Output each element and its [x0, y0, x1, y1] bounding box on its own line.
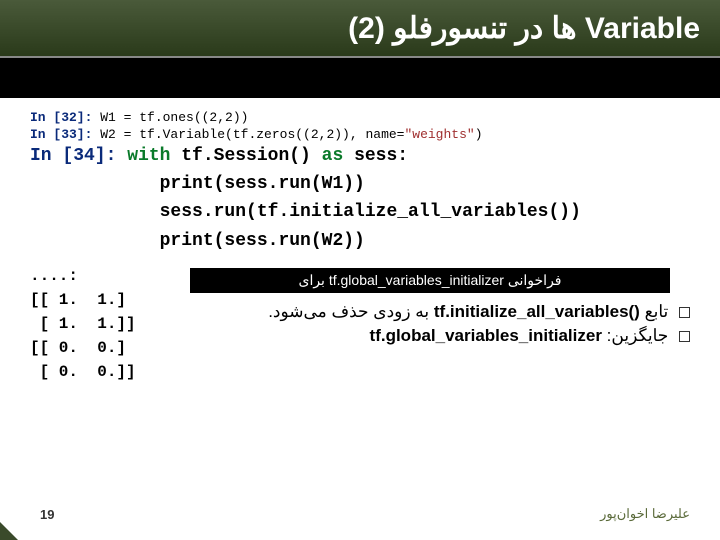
code-line-4: print(sess.run(W1))	[30, 172, 690, 197]
black-strip	[0, 58, 720, 98]
code-text: tf.Session()	[170, 146, 321, 166]
note-text: به زودی حذف می‌شود.	[268, 302, 434, 321]
code-line-1: In [32]: W1 = tf.ones((2,2))	[30, 110, 690, 125]
code-text: W1 = tf.ones((2,2))	[100, 110, 248, 125]
author-name: علیرضا اخوان‌پور	[600, 506, 690, 522]
code-line-6: print(sess.run(W2))	[30, 229, 690, 254]
code-text: )	[475, 127, 483, 142]
keyword: as	[322, 146, 344, 166]
note-text: جایگزین:	[602, 326, 668, 345]
page-number: 19	[40, 507, 54, 522]
notes-block: تابع tf.initialize_all_variables() به زو…	[200, 302, 690, 350]
code-string: "weights"	[404, 127, 474, 142]
in-prompt: In [34]:	[30, 146, 127, 166]
note-code: tf.global_variables_initializer	[370, 326, 602, 345]
keyword: with	[127, 146, 170, 166]
corner-decoration	[0, 522, 18, 540]
output-block: ....: [[ 1. 1.] [ 1. 1.]] [[ 0. 0.] [ 0.…	[30, 264, 136, 384]
page-title: Variable ها در تنسورفلو (2)	[348, 11, 700, 46]
code-line-2: In [33]: W2 = tf.Variable(tf.zeros((2,2)…	[30, 127, 690, 142]
bullet-icon	[679, 307, 690, 318]
note-1: تابع tf.initialize_all_variables() به زو…	[200, 302, 690, 322]
title-bar: Variable ها در تنسورفلو (2)	[0, 0, 720, 58]
note-2: جایگزین: tf.global_variables_initializer	[200, 326, 690, 346]
bullet-icon	[679, 331, 690, 342]
in-prompt: In [33]:	[30, 127, 100, 142]
code-line-3: In [34]: with tf.Session() as sess:	[30, 144, 690, 169]
code-text: sess:	[343, 146, 408, 166]
code-text: W2 = tf.Variable(tf.zeros((2,2)), name=	[100, 127, 404, 142]
note-text: تابع	[640, 302, 668, 321]
callout-box: فراخوانی tf.global_variables_initializer…	[190, 268, 670, 293]
content-area: In [32]: W1 = tf.ones((2,2)) In [33]: W2…	[0, 98, 720, 254]
in-prompt: In [32]:	[30, 110, 100, 125]
note-code: tf.initialize_all_variables()	[434, 302, 640, 321]
code-line-5: sess.run(tf.initialize_all_variables())	[30, 200, 690, 225]
